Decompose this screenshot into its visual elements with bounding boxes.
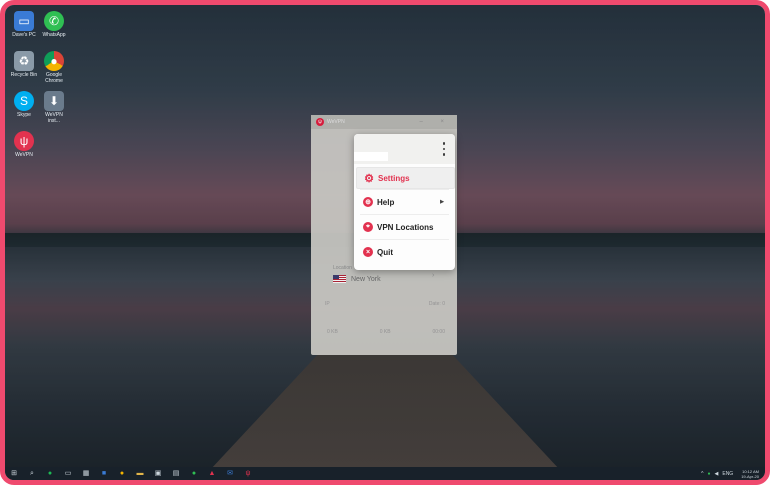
chevron-up-icon[interactable]: ^ <box>701 471 703 477</box>
menu-item-quit[interactable]: × Quit <box>356 242 453 262</box>
task-view-icon[interactable]: ▭ <box>62 468 74 479</box>
wevpn-icon[interactable]: ψ <box>242 468 254 479</box>
menu-header <box>354 134 455 164</box>
start-button[interactable]: ⊞ <box>8 468 20 479</box>
gear-icon: ⚙ <box>364 172 374 185</box>
duration-stat: 00:00 <box>432 329 445 335</box>
help-icon: ⊕ <box>363 197 373 207</box>
desktop-icon-label: Recycle Bin <box>10 72 38 78</box>
menu-header-field <box>354 152 388 161</box>
volume-icon[interactable]: ◀ <box>715 471 719 477</box>
network-icon[interactable]: ● <box>707 471 710 477</box>
us-flag-icon <box>333 275 346 283</box>
wevpn-icon: ψ <box>14 131 34 151</box>
desktop-icon-label: Dave's PC <box>12 32 36 38</box>
menu-divider <box>360 214 449 215</box>
clock-date: 19-Apr-20 <box>741 473 759 479</box>
desktop-icon-whatsapp[interactable]: ✆ WhatsApp <box>39 11 69 38</box>
computer-icon: ▭ <box>14 11 34 31</box>
flag-app-icon[interactable]: ▲ <box>206 468 218 479</box>
traffic-stats: 0 KB 0 KB 00:00 <box>327 329 445 335</box>
wevpn-logo-icon: ψ <box>316 118 324 126</box>
location-name: New York <box>351 275 381 283</box>
app-menu: ⚙ Settings ⊕ Help ▶ ⌖ VPN Locations × Qu… <box>354 134 455 270</box>
system-tray: ^ ● ◀ ENG 10:12 AM 19-Apr-20 <box>697 467 759 480</box>
clock-time: 10:12 AM <box>742 468 759 474</box>
window-title: WeVPN <box>327 119 345 125</box>
desktop-icon-chrome[interactable]: ● Google Chrome <box>39 51 69 84</box>
desktop-icon-label: WhatsApp <box>42 32 66 38</box>
upload-stat: 0 KB <box>379 329 391 335</box>
location-pin-icon: ⌖ <box>363 222 373 232</box>
recycle-bin-icon: ♻ <box>14 51 34 71</box>
desktop-icon-skype[interactable]: S Skype <box>9 91 39 118</box>
chrome-icon: ● <box>44 51 64 71</box>
taskbar: ⊞ ⌕ ● ▭ ▦ ■ ● ▬ ▣ ▤ ● ▲ ✉ ψ ^ ● ◀ ENG 10… <box>5 467 765 480</box>
app-icon[interactable]: ▤ <box>170 468 182 479</box>
installer-icon: ⬇ <box>44 91 64 111</box>
menu-item-label: Help <box>377 197 395 207</box>
menu-item-label: Quit <box>377 247 393 257</box>
whatsapp-icon: ✆ <box>44 11 64 31</box>
desktop-icon-installer[interactable]: ⬇ WeVPN inst... <box>39 91 69 124</box>
desktop-icon-label: WeVPN inst... <box>45 112 63 124</box>
ip-label: IP <box>325 301 330 307</box>
menu-divider <box>360 189 449 190</box>
close-circle-icon: × <box>363 247 373 257</box>
desktop-wallpaper: ▭ Dave's PC ✆ WhatsApp ♻ Recycle Bin ● G… <box>5 5 765 480</box>
window-titlebar: ψ WeVPN – × <box>311 115 457 129</box>
connection-info: IP Date: 0 <box>325 301 445 307</box>
menu-divider <box>360 239 449 240</box>
date-label: Date: 0 <box>428 301 445 307</box>
menu-item-settings[interactable]: ⚙ Settings <box>356 167 455 189</box>
terminal-icon[interactable]: ▣ <box>152 468 164 479</box>
desktop-icon-recycle-bin[interactable]: ♻ Recycle Bin <box>9 51 39 78</box>
clock[interactable]: 10:12 AM 19-Apr-20 <box>737 469 759 479</box>
window-controls[interactable]: – × <box>419 119 452 125</box>
desktop-icon-label: WeVPN <box>15 152 33 158</box>
folder-icon[interactable]: ▬ <box>134 468 146 479</box>
location-label: Location <box>333 265 352 271</box>
mail-icon[interactable]: ✉ <box>224 468 236 479</box>
submenu-arrow-icon: ▶ <box>440 199 444 205</box>
desktop-icon-label: Skype <box>17 112 31 118</box>
menu-item-vpn-locations[interactable]: ⌖ VPN Locations <box>356 217 453 237</box>
desktop-icon-label: Google Chrome <box>45 72 63 84</box>
menu-item-label: Settings <box>378 173 410 183</box>
lang-indicator[interactable]: ENG <box>722 471 733 477</box>
menu-item-help[interactable]: ⊕ Help ▶ <box>356 192 453 212</box>
spotify-icon[interactable]: ● <box>44 468 56 479</box>
desktop-icon-wevpn[interactable]: ψ WeVPN <box>9 131 39 158</box>
search-icon[interactable]: ⌕ <box>26 468 38 479</box>
more-options-icon[interactable] <box>442 142 446 158</box>
skype-icon: S <box>14 91 34 111</box>
screen-frame: ▭ Dave's PC ✆ WhatsApp ♻ Recycle Bin ● G… <box>0 0 770 485</box>
download-stat: 0 KB <box>327 329 338 335</box>
chrome-icon[interactable]: ● <box>116 468 128 479</box>
store-icon[interactable]: ■ <box>98 468 110 479</box>
location-selector[interactable]: New York <box>333 275 381 283</box>
calculator-icon[interactable]: ▦ <box>80 468 92 479</box>
chevron-right-icon[interactable]: › <box>432 272 434 279</box>
whatsapp-icon[interactable]: ● <box>188 468 200 479</box>
menu-item-label: VPN Locations <box>377 222 434 232</box>
desktop-icon-pc[interactable]: ▭ Dave's PC <box>9 11 39 38</box>
